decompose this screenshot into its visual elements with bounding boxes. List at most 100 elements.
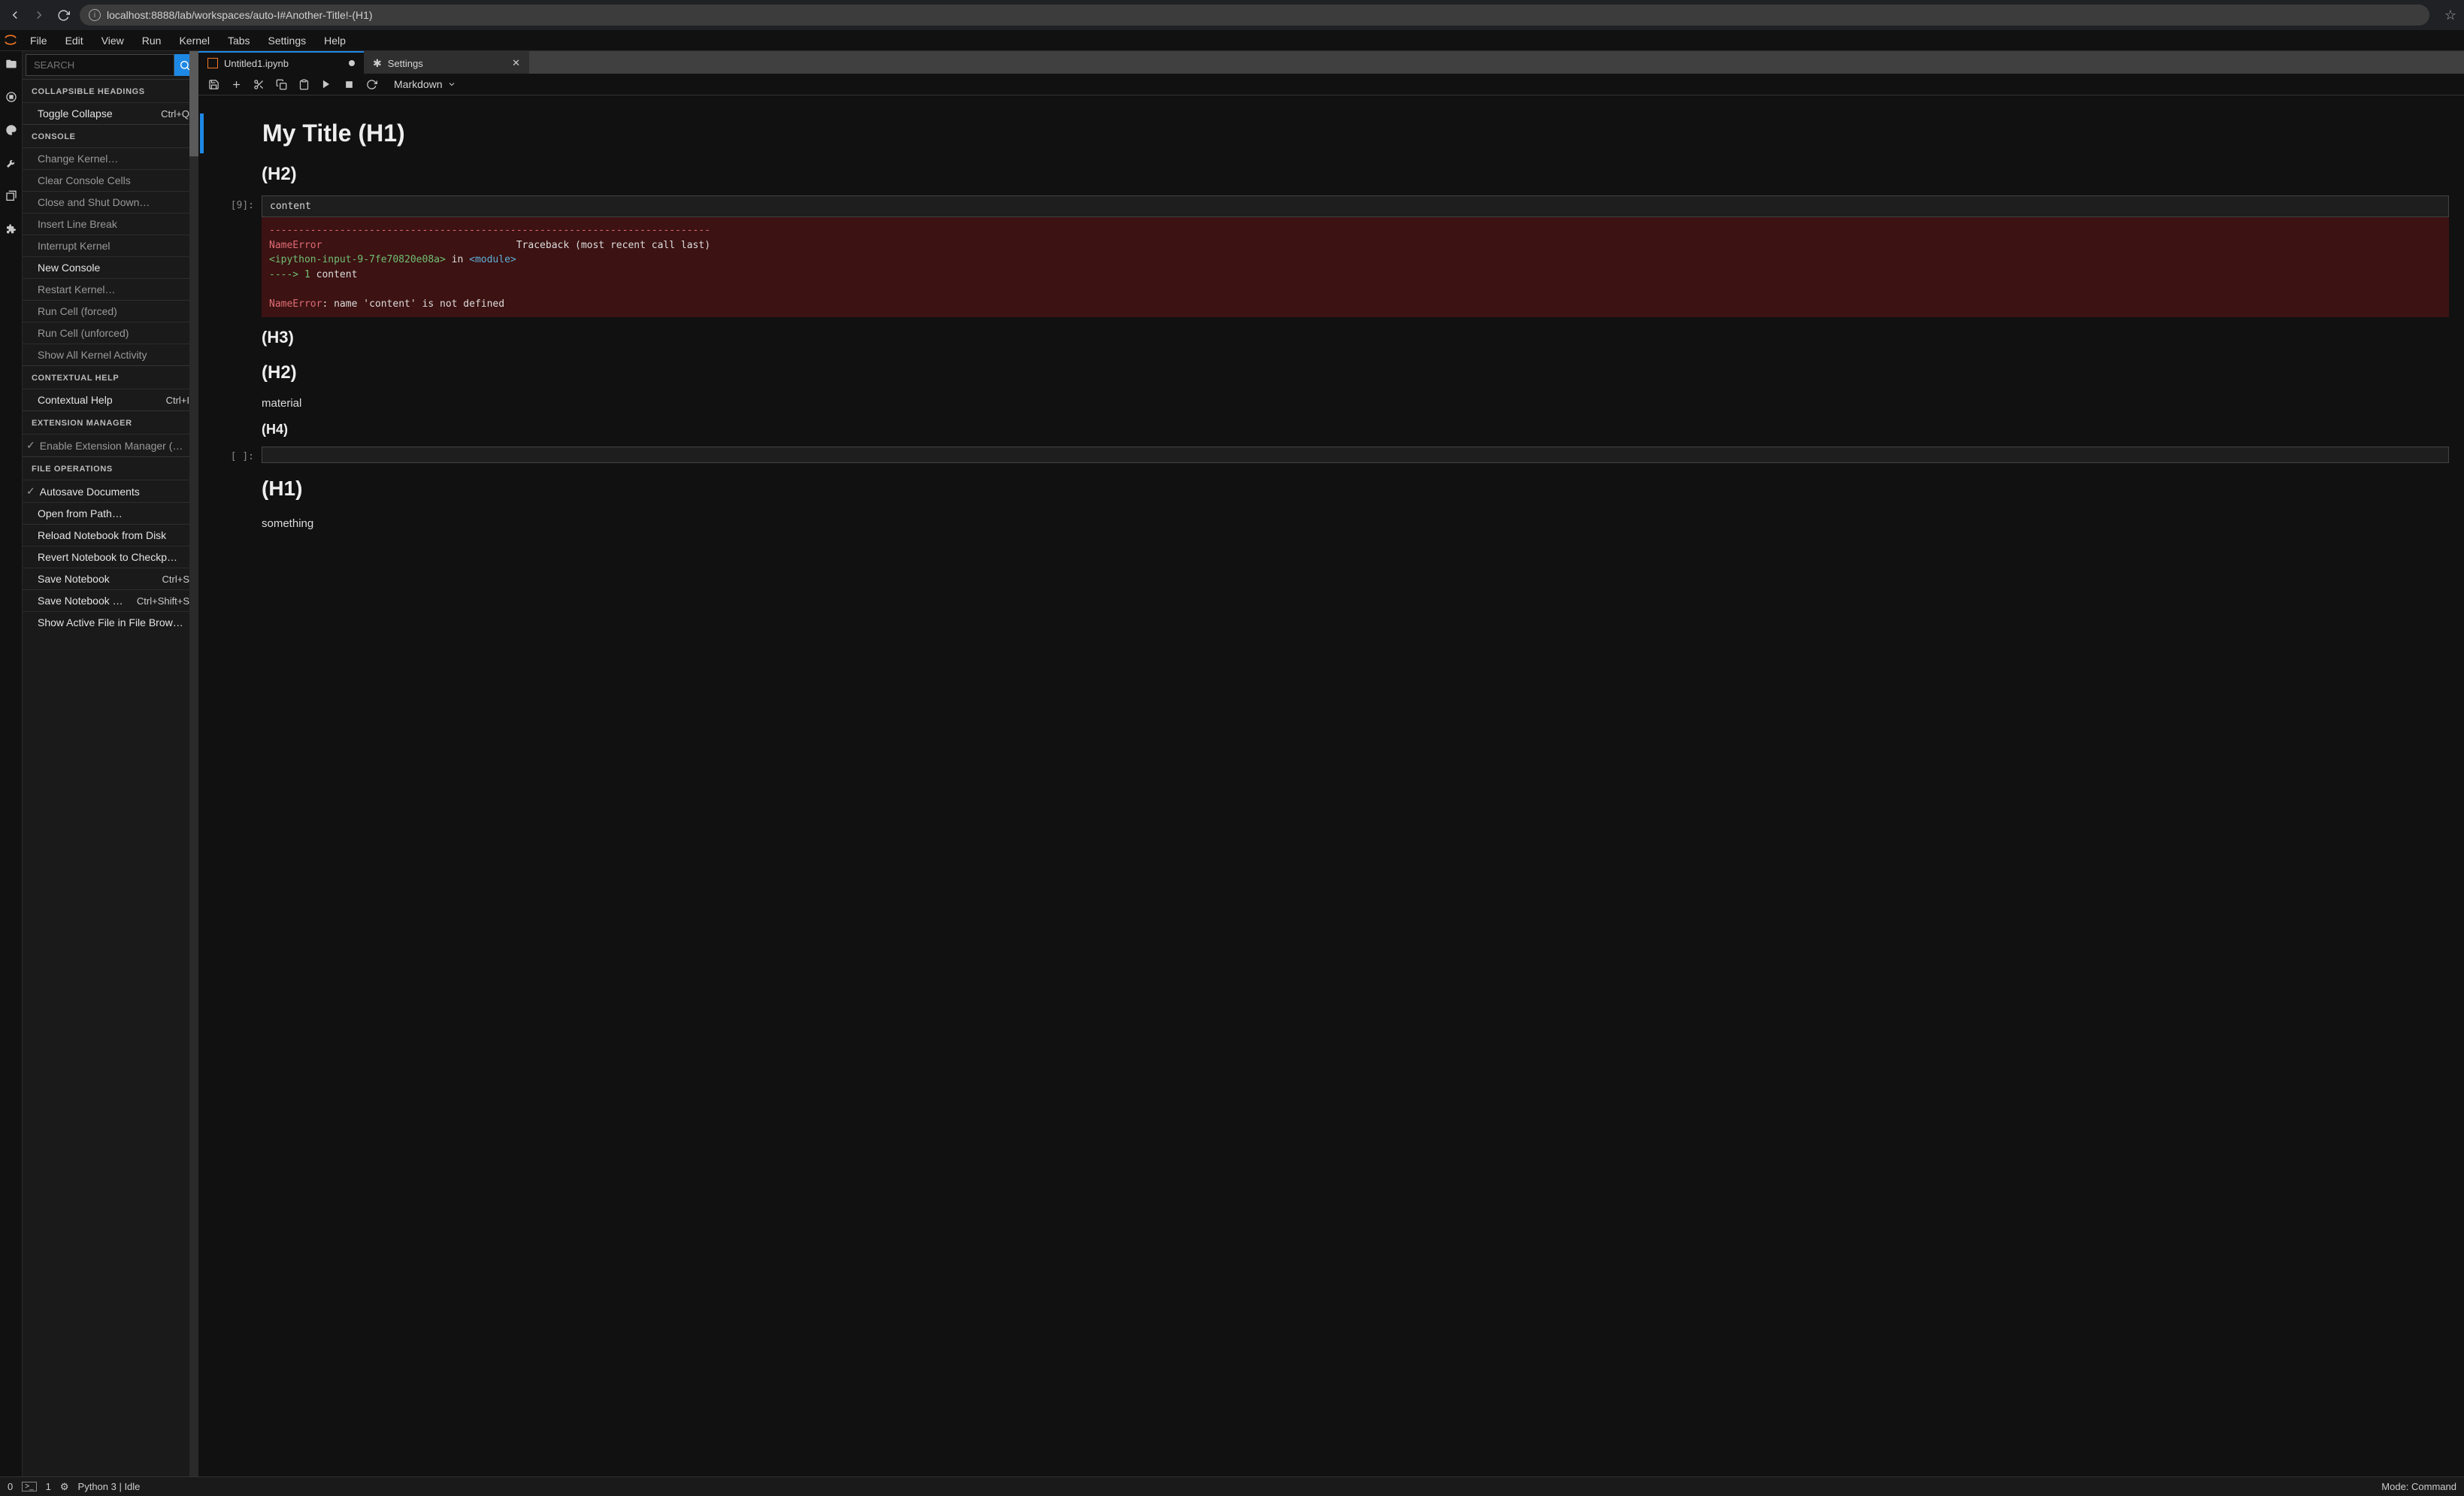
status-terminals[interactable]: 1 <box>46 1481 51 1492</box>
cmd-run-forced[interactable]: Run Cell (forced) <box>23 300 198 322</box>
cmd-label: Contextual Help <box>38 394 113 406</box>
page-title: My Title (H1) <box>262 114 2449 153</box>
notebook-body[interactable]: My Title (H1) (H2) [9]: content --------… <box>198 95 2464 1476</box>
cmd-label: Reload Notebook from Disk <box>38 529 166 541</box>
section-console: CONSOLE <box>23 124 198 147</box>
palette-icon[interactable] <box>5 123 18 137</box>
menu-run[interactable]: Run <box>135 32 169 50</box>
bookmark-star-icon[interactable]: ☆ <box>2444 8 2456 23</box>
sidebar-scrollbar-thumb[interactable] <box>189 51 198 156</box>
cmd-contextual-help[interactable]: Contextual Help Ctrl+I <box>23 389 198 410</box>
cmd-toggle-collapse[interactable]: Toggle Collapse Ctrl+Q <box>23 102 198 124</box>
markdown-cell[interactable]: (H4) <box>198 416 2464 444</box>
mode-indicator: Mode: Command <box>2381 1481 2456 1492</box>
menu-view[interactable]: View <box>94 32 132 50</box>
tabs-icon[interactable] <box>5 189 18 203</box>
cmd-shortcut: Ctrl+S <box>162 574 189 585</box>
code-cell[interactable]: [9]: content ---------------------------… <box>198 192 2464 320</box>
cmd-label: New Console <box>38 262 100 274</box>
running-icon[interactable] <box>5 90 18 104</box>
markdown-cell[interactable]: (H2) <box>198 156 2464 192</box>
cmd-run-unforced[interactable]: Run Cell (unforced) <box>23 322 198 344</box>
run-icon[interactable] <box>320 78 332 90</box>
markdown-cell[interactable]: My Title (H1) <box>198 111 2464 156</box>
save-icon[interactable] <box>207 78 219 90</box>
cmd-show-kernel-activity[interactable]: Show All Kernel Activity <box>23 344 198 365</box>
cmd-shortcut: Ctrl+I <box>166 395 189 406</box>
copy-icon[interactable] <box>275 78 287 90</box>
app-menubar: File Edit View Run Kernel Tabs Settings … <box>0 30 2464 51</box>
kernel-settings-icon[interactable]: ⚙ <box>60 1481 69 1493</box>
cmd-restart-kernel[interactable]: Restart Kernel… <box>23 278 198 300</box>
section-file-operations: FILE OPERATIONS <box>23 456 198 480</box>
markdown-cell[interactable]: material <box>198 391 2464 416</box>
tab-settings[interactable]: ✱ Settings ✕ <box>364 51 529 74</box>
cmd-enable-ext-manager[interactable]: Enable Extension Manager (… <box>23 434 198 456</box>
cmd-label: Save Notebook … <box>38 595 123 607</box>
markdown-cell[interactable]: (H3) <box>198 320 2464 355</box>
cmd-label: Insert Line Break <box>38 218 117 230</box>
icon-rail <box>0 51 23 1476</box>
cmd-save-notebook-as[interactable]: Save Notebook … Ctrl+Shift+S <box>23 589 198 611</box>
cmd-label: Run Cell (forced) <box>38 305 117 317</box>
extensions-icon[interactable] <box>5 223 18 236</box>
paste-icon[interactable] <box>298 78 310 90</box>
terminal-icon[interactable]: >_ <box>22 1482 36 1491</box>
editor-area: Untitled1.ipynb ✱ Settings ✕ Markdown <box>198 51 2464 1476</box>
tab-untitled-notebook[interactable]: Untitled1.ipynb <box>198 51 364 74</box>
cmd-shortcut: Ctrl+Shift+S <box>137 595 189 607</box>
reload-icon[interactable] <box>56 8 71 23</box>
code-input[interactable]: content <box>262 195 2449 217</box>
cut-icon[interactable] <box>253 78 265 90</box>
back-icon[interactable] <box>8 8 23 23</box>
restart-icon[interactable] <box>365 78 377 90</box>
stop-icon[interactable] <box>343 78 355 90</box>
celltype-dropdown[interactable]: Markdown <box>394 78 456 90</box>
markdown-cell[interactable]: (H2) <box>198 355 2464 391</box>
close-icon[interactable]: ✕ <box>512 57 520 69</box>
cmd-label: Revert Notebook to Checkp… <box>38 551 177 563</box>
cmd-show-active-file[interactable]: Show Active File in File Brow… <box>23 611 198 633</box>
cmd-insert-linebreak[interactable]: Insert Line Break <box>23 213 198 235</box>
cmd-label: Save Notebook <box>38 573 110 585</box>
cmd-reload-notebook[interactable]: Reload Notebook from Disk <box>23 524 198 546</box>
forward-icon[interactable] <box>32 8 47 23</box>
cmd-autosave[interactable]: Autosave Documents <box>23 480 198 502</box>
menu-kernel[interactable]: Kernel <box>171 32 216 50</box>
kernel-status[interactable]: Python 3 | Idle <box>78 1481 141 1492</box>
cmd-label: Toggle Collapse <box>38 108 113 120</box>
info-icon: i <box>89 9 101 21</box>
cmd-close-shutdown[interactable]: Close and Shut Down… <box>23 191 198 213</box>
url-bar[interactable]: i localhost:8888/lab/workspaces/auto-I#A… <box>80 5 2429 26</box>
add-cell-icon[interactable] <box>230 78 242 90</box>
statusbar: 0 >_ 1 ⚙ Python 3 | Idle Mode: Command <box>0 1476 2464 1496</box>
menu-help[interactable]: Help <box>316 32 353 50</box>
cmd-clear-console[interactable]: Clear Console Cells <box>23 169 198 191</box>
wrench-icon[interactable] <box>5 156 18 170</box>
folder-icon[interactable] <box>5 57 18 71</box>
command-palette: COLLAPSIBLE HEADINGS Toggle Collapse Ctr… <box>23 51 198 1476</box>
cmd-label: Clear Console Cells <box>38 174 131 186</box>
cmd-revert-notebook[interactable]: Revert Notebook to Checkp… <box>23 546 198 568</box>
heading-h1: (H1) <box>262 469 2449 508</box>
cmd-save-notebook[interactable]: Save Notebook Ctrl+S <box>23 568 198 589</box>
menu-file[interactable]: File <box>23 32 55 50</box>
menu-edit[interactable]: Edit <box>58 32 91 50</box>
cmd-label: Close and Shut Down… <box>38 196 150 208</box>
cmd-interrupt-kernel[interactable]: Interrupt Kernel <box>23 235 198 256</box>
search-input[interactable] <box>26 54 174 76</box>
chevron-down-icon <box>447 80 456 89</box>
cmd-change-kernel[interactable]: Change Kernel… <box>23 147 198 169</box>
sidebar-scrollbar[interactable] <box>189 51 198 1476</box>
menu-settings[interactable]: Settings <box>261 32 314 50</box>
cmd-new-console[interactable]: New Console <box>23 256 198 278</box>
menu-tabs[interactable]: Tabs <box>220 32 258 50</box>
code-input[interactable] <box>262 447 2449 463</box>
tabs-row: Untitled1.ipynb ✱ Settings ✕ <box>198 51 2464 74</box>
cmd-open-from-path[interactable]: Open from Path… <box>23 502 198 524</box>
markdown-cell[interactable]: something <box>198 511 2464 536</box>
status-errors[interactable]: 0 <box>8 1481 13 1492</box>
code-cell[interactable]: [ ]: <box>198 444 2464 466</box>
tab-label: Settings <box>388 58 423 69</box>
markdown-cell[interactable]: (H1) <box>198 466 2464 511</box>
